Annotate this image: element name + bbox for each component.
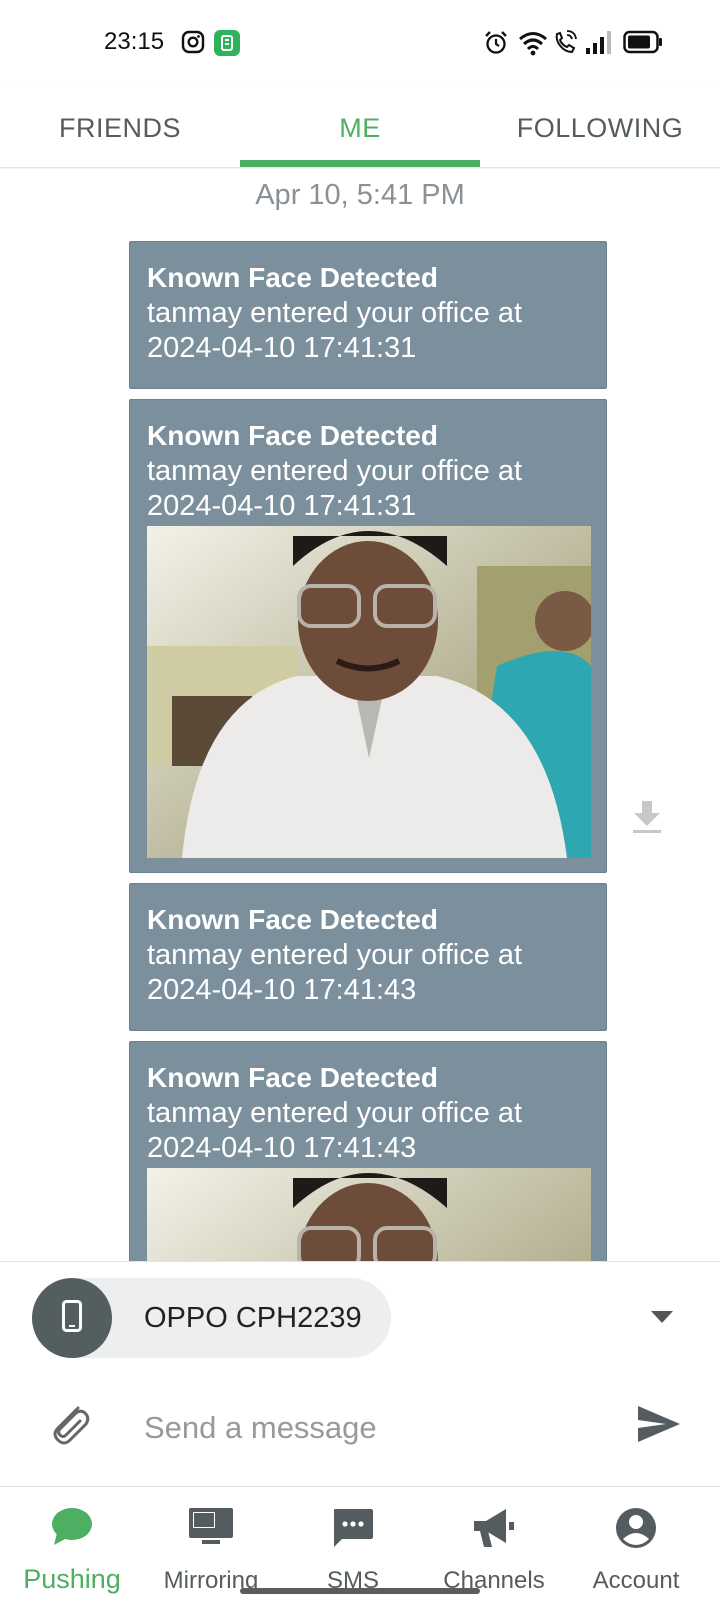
status-bar: 23:15 — [0, 0, 720, 88]
home-indicator[interactable] — [240, 1588, 480, 1594]
device-selector[interactable]: OPPO CPH2239 — [32, 1278, 391, 1358]
account-circle-icon — [615, 1507, 657, 1554]
chevron-down-icon[interactable] — [650, 1310, 674, 1329]
device-avatar — [32, 1278, 112, 1358]
date-stamp: Apr 10, 5:41 PM — [255, 179, 465, 211]
tab-following[interactable]: FOLLOWING — [480, 88, 720, 168]
nav-label: Account — [592, 1567, 680, 1594]
message-title: Known Face Detected — [147, 420, 438, 451]
top-tabs: FRIENDS ME FOLLOWING — [0, 88, 720, 168]
app-notification-icon — [214, 30, 240, 61]
phone-icon — [62, 1299, 82, 1337]
nav-channels[interactable]: Channels — [422, 1487, 566, 1600]
megaphone-icon — [472, 1507, 516, 1554]
instagram-icon — [181, 30, 205, 59]
wifi-calling-icon — [553, 30, 577, 61]
message-input[interactable] — [144, 1398, 604, 1458]
battery-icon — [623, 30, 663, 59]
wifi-icon — [518, 30, 548, 61]
message-title: Known Face Detected — [147, 262, 438, 293]
monitor-icon — [188, 1507, 234, 1552]
nav-mirroring[interactable]: Mirroring — [139, 1487, 283, 1600]
nav-label: Pushing — [23, 1564, 121, 1594]
push-message[interactable]: Known Face Detected tanmay entered your … — [129, 883, 607, 1031]
sms-icon — [332, 1507, 374, 1554]
composer-divider — [0, 1261, 720, 1262]
device-name: OPPO CPH2239 — [144, 1302, 362, 1334]
chat-bubble-icon — [51, 1507, 93, 1552]
signal-icon — [584, 30, 612, 61]
nav-account[interactable]: Account — [564, 1487, 708, 1600]
download-icon[interactable] — [632, 799, 662, 840]
nav-pushing[interactable]: Pushing — [0, 1487, 144, 1600]
tab-me[interactable]: ME — [240, 88, 480, 168]
message-photo[interactable] — [147, 526, 591, 858]
paperclip-icon[interactable] — [48, 1402, 92, 1453]
alarm-icon — [484, 30, 508, 61]
push-message[interactable]: Known Face Detected tanmay entered your … — [129, 241, 607, 389]
tab-friends[interactable]: FRIENDS — [0, 88, 240, 168]
message-feed[interactable]: Apr 10, 5:41 PM Known Face Detected tanm… — [0, 169, 720, 1261]
nav-sms[interactable]: SMS — [281, 1487, 425, 1600]
status-time: 23:15 — [104, 28, 165, 55]
message-body: tanmay entered your office at 2024-04-10… — [147, 297, 523, 364]
message-body: tanmay entered your office at 2024-04-10… — [147, 1097, 523, 1164]
message-title: Known Face Detected — [147, 1062, 438, 1093]
message-photo[interactable] — [147, 1168, 591, 1261]
message-body: tanmay entered your office at 2024-04-10… — [147, 455, 523, 522]
active-tab-indicator — [240, 160, 480, 167]
message-body: tanmay entered your office at 2024-04-10… — [147, 939, 523, 1006]
message-title: Known Face Detected — [147, 904, 438, 935]
push-message[interactable]: Known Face Detected tanmay entered your … — [129, 399, 607, 873]
bottom-navigation: Pushing Mirroring SMS Channels Account — [0, 1486, 720, 1600]
push-message[interactable]: Known Face Detected tanmay entered your … — [129, 1041, 607, 1261]
send-icon[interactable] — [636, 1404, 682, 1449]
